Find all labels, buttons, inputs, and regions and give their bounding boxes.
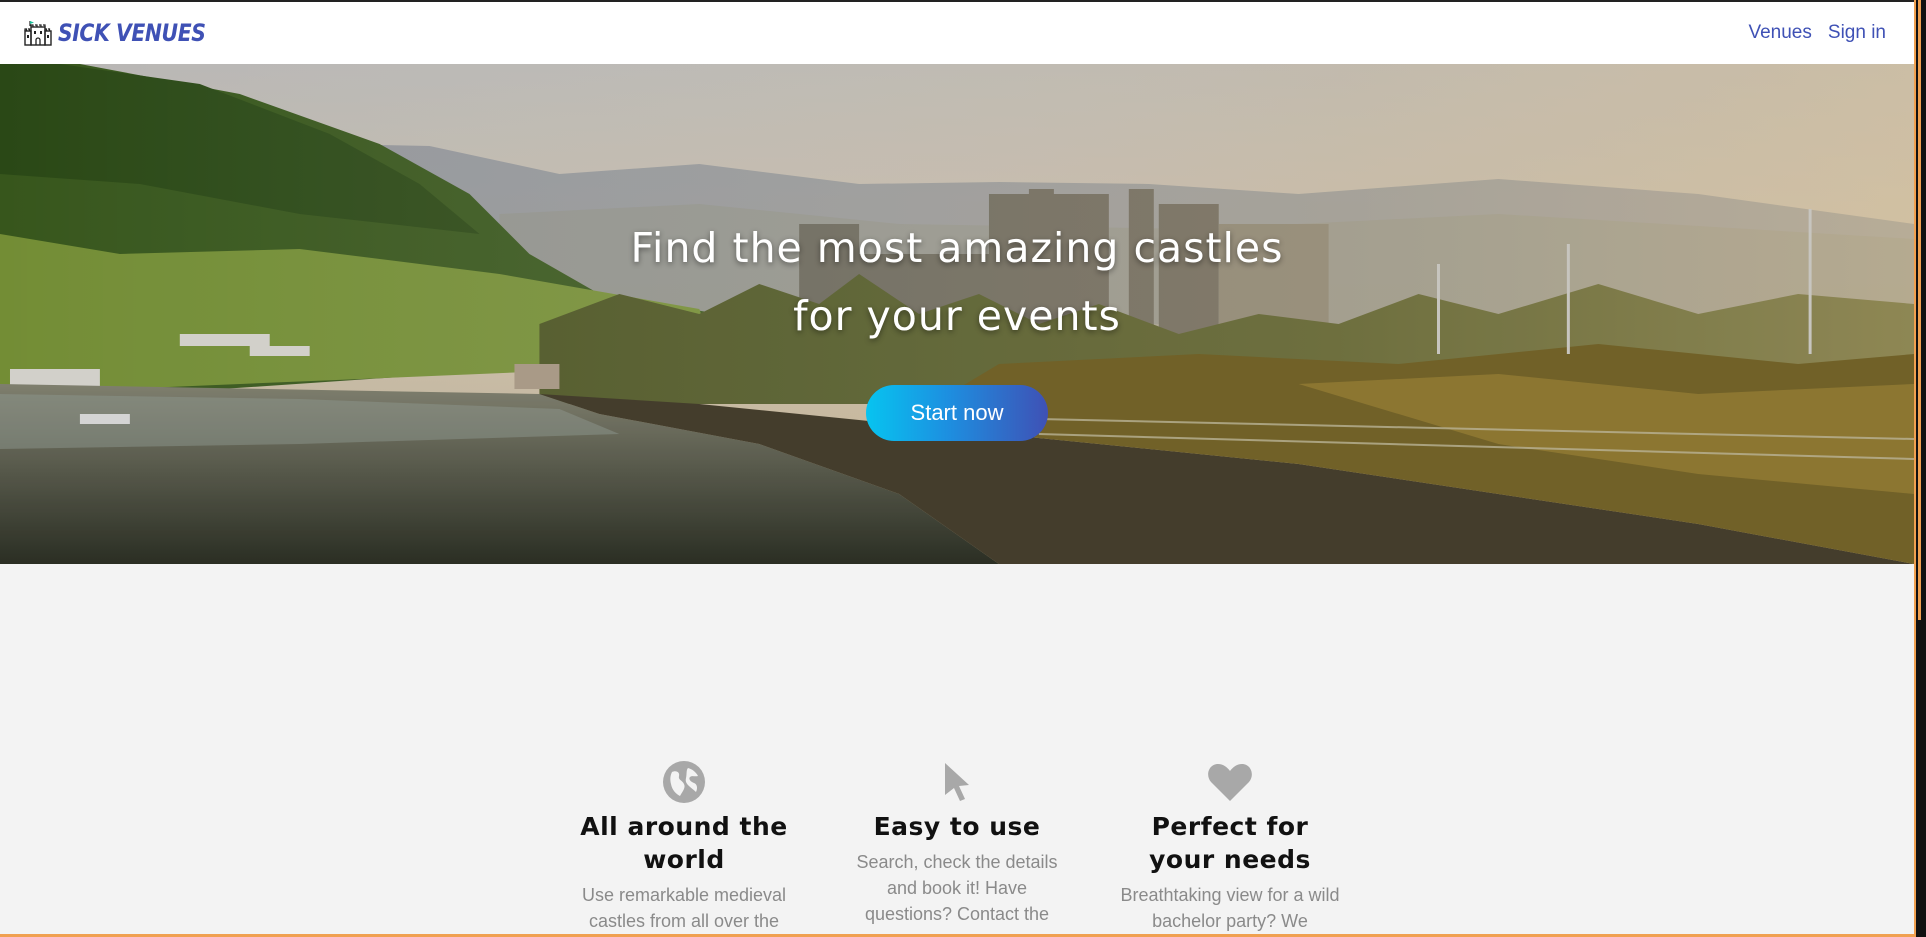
start-now-button[interactable]: Start now [866,385,1048,441]
features-section: All around the world Use remarkable medi… [0,760,1914,934]
feature-title: Perfect for your needs [1149,812,1311,874]
feature-title: Easy to use [873,812,1041,841]
feature-card-world: All around the world Use remarkable medi… [548,760,821,934]
window-edge [1916,0,1926,937]
nav-links: Venues Sign in [1748,22,1886,44]
brand-name: Sick Venues [58,19,206,47]
page-viewport: Sick Venues Venues Sign in [0,0,1916,937]
heart-icon [1094,760,1367,804]
castle-icon [24,21,52,46]
feature-text: Search, check the details and book it! H… [856,852,1058,924]
feature-card-needs: Perfect for your needs Breathtaking view… [1094,760,1367,934]
hero-title-line-2: for your events [793,292,1121,340]
navbar: Sick Venues Venues Sign in [0,0,1914,64]
nav-link-venues[interactable]: Venues [1748,22,1811,44]
feature-text: Breathtaking view for a wild bachelor pa… [1120,885,1340,931]
feature-text: Use remarkable medieval castles from all… [581,885,787,931]
globe-icon [548,760,821,804]
brand-link[interactable]: Sick Venues [22,17,232,49]
feature-title: All around the world [580,812,788,874]
nav-link-sign-in[interactable]: Sign in [1828,22,1886,44]
hero-title: Find the most amazing castles for your e… [0,214,1914,350]
hero-title-line-1: Find the most amazing castles [630,224,1284,272]
feature-card-easy: Easy to use Search, check the details an… [821,760,1094,934]
cursor-icon [821,760,1094,804]
hero-banner: Find the most amazing castles for your e… [0,64,1914,564]
